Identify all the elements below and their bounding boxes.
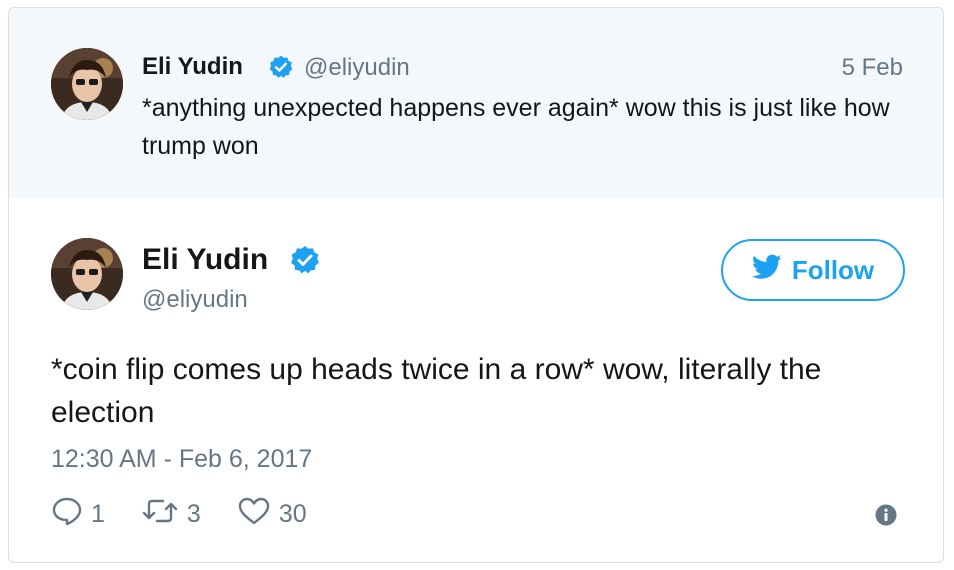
author-name[interactable]: Eli Yudin: [142, 242, 268, 278]
author-handle[interactable]: @eliyudin: [304, 53, 410, 83]
author-handle[interactable]: @eliyudin: [142, 285, 248, 315]
heart-icon: [237, 496, 271, 533]
tweet-actions: 1 3 30: [51, 496, 307, 532]
avatar[interactable]: [51, 48, 123, 120]
reply-button[interactable]: 1: [51, 496, 105, 533]
info-icon[interactable]: [875, 504, 897, 531]
avatar[interactable]: [51, 238, 123, 310]
reply-count: 1: [91, 499, 105, 528]
verified-badge-icon: [268, 54, 294, 85]
retweet-button[interactable]: 3: [141, 496, 201, 533]
author-name[interactable]: Eli Yudin: [142, 52, 243, 82]
verified-badge-icon: [289, 244, 321, 281]
retweet-count: 3: [186, 499, 201, 528]
tweet-text: *anything unexpected happens ever again*…: [142, 94, 890, 160]
tweet-text: *coin flip comes up heads twice in a row…: [51, 353, 822, 429]
follow-button[interactable]: Follow: [721, 239, 905, 301]
retweet-icon: [141, 496, 179, 533]
follow-label: Follow: [791, 254, 875, 285]
twitter-bird-icon: [751, 254, 782, 287]
like-button[interactable]: 30: [237, 496, 307, 533]
reply-icon: [51, 496, 83, 533]
like-count: 30: [278, 499, 307, 528]
tweet-card: Eli Yudin @eliyudin 5 Feb *anything unex…: [8, 7, 944, 563]
tweet-timestamp[interactable]: 12:30 AM - Feb 6, 2017: [51, 443, 312, 475]
tweet-date[interactable]: 5 Feb: [842, 53, 903, 83]
quoted-tweet[interactable]: Eli Yudin @eliyudin 5 Feb *anything unex…: [9, 8, 943, 198]
